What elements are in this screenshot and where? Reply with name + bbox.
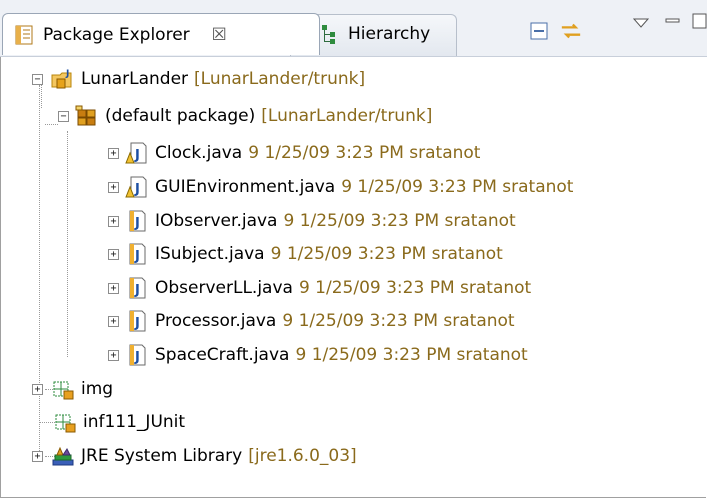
svg-text:J: J	[134, 216, 140, 231]
tree-item-file[interactable]: + J SpaceCraft.java 9 1/25/09 3:23 PM sr…	[108, 339, 528, 371]
expand-toggle-icon[interactable]: +	[32, 383, 43, 395]
collapse-all-button[interactable]	[528, 20, 550, 42]
expand-toggle-icon[interactable]: +	[108, 147, 119, 159]
svg-text:J: J	[134, 249, 140, 264]
tree-item-file[interactable]: + J ObserverLL.java 9 1/25/09 3:23 PM sr…	[108, 272, 531, 304]
link-with-editor-icon	[561, 23, 581, 39]
link-with-editor-button[interactable]	[560, 20, 582, 42]
svg-text:J: J	[134, 182, 140, 197]
library-icon	[51, 444, 75, 468]
java-project-icon: J	[51, 67, 75, 91]
svg-text:J: J	[134, 283, 140, 298]
svg-text:J: J	[134, 350, 140, 365]
expand-toggle-icon[interactable]: +	[108, 349, 119, 361]
expand-toggle-icon[interactable]: +	[108, 248, 119, 260]
tree-item-folder[interactable]: + img	[32, 373, 113, 405]
hierarchy-icon	[318, 23, 340, 45]
folder-icon	[53, 410, 77, 434]
view-tab-bar: Package Explorer ☒ Hierarchy	[0, 0, 707, 57]
file-deco: 9 1/25/09 3:23 PM sratanot	[282, 311, 515, 331]
file-name: IObserver.java	[155, 211, 278, 231]
project-name: LunarLander	[81, 69, 189, 89]
svg-text:J: J	[134, 148, 140, 163]
file-name: ObserverLL.java	[155, 278, 293, 298]
java-file-icon: J	[125, 309, 149, 333]
file-deco: 9 1/25/09 3:23 PM sratanot	[270, 244, 503, 264]
file-deco: 9 1/25/09 3:23 PM sratanot	[283, 211, 516, 231]
java-file-icon: J	[125, 276, 149, 300]
tab-hierarchy-label: Hierarchy	[348, 24, 431, 44]
expand-toggle-icon[interactable]: +	[108, 181, 119, 193]
expand-toggle-icon[interactable]: +	[32, 450, 43, 462]
file-name: Processor.java	[155, 311, 277, 331]
tree-item-file[interactable]: + J Clock.java 9 1/25/09 3:23 PM sratano…	[108, 137, 480, 169]
tree-item-file[interactable]: + J Processor.java 9 1/25/09 3:23 PM sra…	[108, 305, 515, 337]
file-deco: 9 1/25/09 3:23 PM sratanot	[295, 345, 528, 365]
tree-item-file[interactable]: + J IObserver.java 9 1/25/09 3:23 PM sra…	[108, 205, 516, 237]
file-deco: 9 1/25/09 3:23 PM sratanot	[341, 177, 574, 197]
expand-toggle-icon[interactable]: +	[108, 215, 119, 227]
package-name: (default package)	[105, 106, 256, 126]
file-name: SpaceCraft.java	[155, 345, 290, 365]
library-name: JRE System Library	[81, 446, 243, 466]
tree-item-package[interactable]: − (default package) [LunarLander/trunk]	[58, 100, 432, 132]
file-name: Clock.java	[155, 143, 243, 163]
package-icon	[75, 104, 99, 128]
java-file-icon: J	[125, 343, 149, 367]
collapse-toggle-icon[interactable]: −	[32, 73, 43, 85]
view-menu-icon	[633, 18, 649, 28]
expand-toggle-icon[interactable]: +	[108, 315, 119, 327]
tree-item-file[interactable]: + J GUIEnvironment.java 9 1/25/09 3:23 P…	[108, 171, 573, 203]
file-name: GUIEnvironment.java	[155, 177, 336, 197]
maximize-icon	[692, 13, 706, 29]
expand-toggle-icon[interactable]: +	[108, 282, 119, 294]
view-menu-button[interactable]	[630, 12, 652, 34]
minimize-button[interactable]	[662, 10, 684, 32]
tab-package-explorer-label: Package Explorer	[43, 24, 190, 45]
collapse-toggle-icon[interactable]: −	[58, 110, 69, 122]
tree-item-library[interactable]: + JRE System Library [jre1.6.0_03]	[32, 440, 357, 472]
package-explorer-icon	[13, 24, 35, 46]
tree-item-file[interactable]: + J ISubject.java 9 1/25/09 3:23 PM srat…	[108, 238, 503, 270]
java-file-warning-icon: J	[125, 141, 149, 165]
file-deco: 9 1/25/09 3:23 PM sratanot	[248, 143, 481, 163]
close-icon[interactable]: ☒	[212, 25, 227, 45]
collapse-all-icon	[530, 22, 548, 40]
tab-hierarchy[interactable]: Hierarchy	[296, 13, 456, 55]
svg-text:J: J	[65, 69, 69, 79]
file-name: ISubject.java	[155, 244, 265, 264]
java-file-icon: J	[125, 242, 149, 266]
project-deco: [LunarLander/trunk]	[194, 69, 366, 89]
minimize-icon	[665, 18, 680, 23]
tab-package-explorer[interactable]: Package Explorer ☒	[2, 13, 320, 55]
tree-item-project[interactable]: − J LunarLander [LunarLander/trunk]	[32, 63, 365, 95]
java-file-icon: J	[125, 209, 149, 233]
library-deco: [jre1.6.0_03]	[248, 446, 357, 466]
folder-icon	[51, 377, 75, 401]
package-deco: [LunarLander/trunk]	[261, 106, 433, 126]
file-deco: 9 1/25/09 3:23 PM sratanot	[298, 278, 532, 298]
maximize-button[interactable]	[690, 10, 707, 32]
tree-item-folder[interactable]: inf111_JUnit	[53, 406, 185, 438]
svg-text:J: J	[134, 316, 140, 331]
folder-name: img	[81, 379, 114, 399]
java-file-warning-icon: J	[125, 175, 149, 199]
folder-name: inf111_JUnit	[83, 412, 186, 432]
